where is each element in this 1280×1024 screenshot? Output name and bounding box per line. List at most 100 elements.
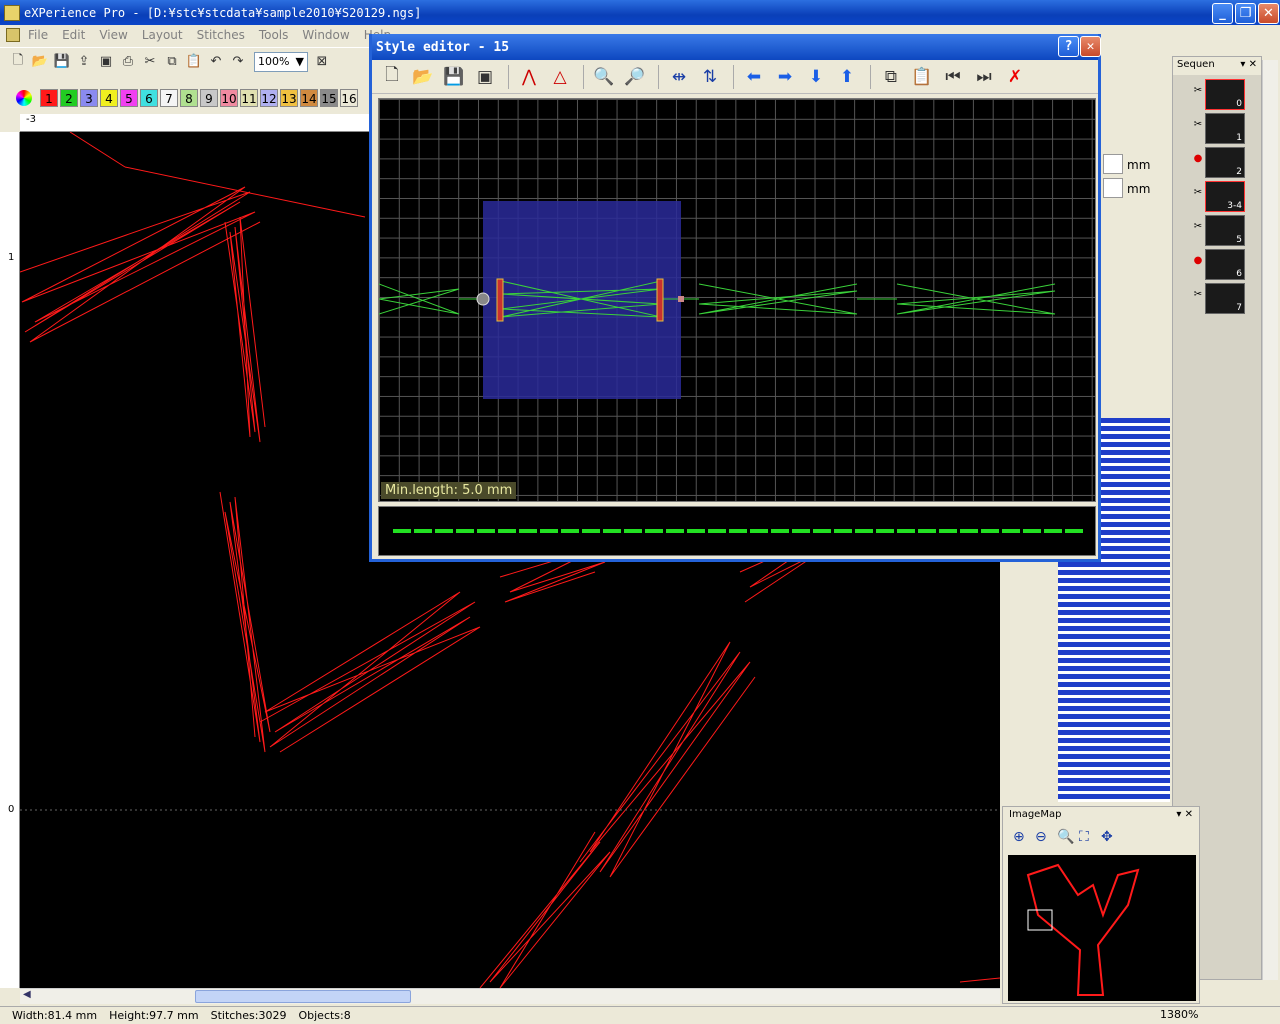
sequence-item[interactable]: 3-4: [1205, 181, 1245, 212]
zoom-in-icon[interactable]: 🔍: [590, 63, 618, 91]
mirror-vertical-icon[interactable]: ⇅: [696, 63, 724, 91]
color-swatch-5[interactable]: 5: [120, 89, 138, 107]
style-edit-grid[interactable]: Min.length: 5.0 mm: [378, 98, 1096, 502]
arrow-down-icon[interactable]: ⬇: [802, 63, 830, 91]
color-swatch-9[interactable]: 9: [200, 89, 218, 107]
color-swatch-15[interactable]: 15: [320, 89, 338, 107]
save-as-style-icon[interactable]: ▣: [471, 63, 499, 91]
arrow-up-icon[interactable]: ⬆: [833, 63, 861, 91]
color-swatch-11[interactable]: 11: [240, 89, 258, 107]
value-field-2[interactable]: [1103, 178, 1123, 198]
scroll-thumb[interactable]: [195, 990, 411, 1003]
copy-icon[interactable]: ⧉: [162, 52, 182, 72]
cut-icon[interactable]: ✂: [140, 52, 160, 72]
panel-controls-icon[interactable]: ▾ ✕: [1240, 59, 1257, 73]
main-toolbar: 🗋 📂 💾 ⇪ ▣ ⎙ ✂ ⧉ 📋 ↶ ↷ 100% ▼ ⊠: [0, 47, 370, 75]
color-swatch-16[interactable]: 16: [340, 89, 358, 107]
color-swatch-7[interactable]: 7: [160, 89, 178, 107]
sequence-item[interactable]: 6: [1205, 249, 1245, 280]
menu-layout[interactable]: Layout: [142, 28, 183, 42]
sequence-item[interactable]: 1: [1205, 113, 1245, 144]
value-field-1[interactable]: [1103, 154, 1123, 174]
stop-icon: ●: [1193, 255, 1203, 266]
unit-label-2: mm: [1127, 182, 1151, 196]
color-swatch-2[interactable]: 2: [60, 89, 78, 107]
ruler-start-label: -3: [26, 114, 36, 125]
color-swatch-4[interactable]: 4: [100, 89, 118, 107]
sequence-item-number: 1: [1236, 133, 1242, 143]
dialog-close-button[interactable]: ✕: [1080, 36, 1101, 57]
unit-label-1: mm: [1127, 158, 1151, 172]
delete-icon[interactable]: ✗: [1001, 63, 1029, 91]
color-swatch-3[interactable]: 3: [80, 89, 98, 107]
redo-icon[interactable]: ↷: [228, 52, 248, 72]
menu-window[interactable]: Window: [302, 28, 349, 42]
menu-edit[interactable]: Edit: [62, 28, 85, 42]
color-swatch-10[interactable]: 10: [220, 89, 238, 107]
arrow-left-icon[interactable]: ⬅: [740, 63, 768, 91]
add-point-icon[interactable]: ⋀: [515, 63, 543, 91]
mirror-horizontal-icon[interactable]: ⇹: [665, 63, 693, 91]
panel-close-icon[interactable]: ▾ ✕: [1176, 809, 1193, 823]
grid-icon[interactable]: ⊠: [312, 52, 332, 72]
new-file-icon[interactable]: 🗋: [8, 52, 28, 72]
zoom-out-icon[interactable]: ⊖: [1035, 829, 1057, 845]
remove-point-icon[interactable]: △: [546, 63, 574, 91]
copy-pattern-icon[interactable]: ⧉: [877, 63, 905, 91]
arrow-right-icon[interactable]: ➡: [771, 63, 799, 91]
sequence-item[interactable]: 0: [1205, 79, 1245, 110]
restore-button[interactable]: ❐: [1235, 3, 1256, 24]
sequence-item[interactable]: 2: [1205, 147, 1245, 178]
save-disk-icon[interactable]: ▣: [96, 52, 116, 72]
menu-tools[interactable]: Tools: [259, 28, 289, 42]
trim-icon: ✂: [1193, 187, 1203, 198]
viewport-rect[interactable]: [1027, 909, 1053, 931]
scroll-left-icon[interactable]: ◀: [23, 989, 31, 1000]
minimize-button[interactable]: _: [1212, 3, 1233, 24]
vertical-scrollbar[interactable]: [1262, 60, 1278, 980]
color-swatch-8[interactable]: 8: [180, 89, 198, 107]
sequence-item[interactable]: 7: [1205, 283, 1245, 314]
paste-icon[interactable]: 📋: [184, 52, 204, 72]
zoom-value: 100%: [258, 54, 290, 68]
open-style-icon[interactable]: 📂: [409, 63, 437, 91]
menu-file[interactable]: File: [28, 28, 48, 42]
fit-page-icon[interactable]: ⛶: [1079, 829, 1101, 845]
help-button[interactable]: ?: [1058, 36, 1079, 57]
undo-icon[interactable]: ↶: [206, 52, 226, 72]
fast-forward-icon[interactable]: ⏭: [970, 63, 998, 91]
save-style-icon[interactable]: 💾: [440, 63, 468, 91]
color-swatch-13[interactable]: 13: [280, 89, 298, 107]
color-swatch-12[interactable]: 12: [260, 89, 278, 107]
chevron-down-icon: ▼: [295, 54, 304, 68]
paste-pattern-icon[interactable]: 📋: [908, 63, 936, 91]
zoom-fit-icon[interactable]: 🔍: [1057, 829, 1079, 845]
color-swatch-6[interactable]: 6: [140, 89, 158, 107]
rewind-icon[interactable]: ⏮: [939, 63, 967, 91]
color-swatch-1[interactable]: 1: [40, 89, 58, 107]
horizontal-scrollbar[interactable]: ◀: [20, 988, 1000, 1004]
document-icon[interactable]: [6, 28, 20, 42]
zoom-select[interactable]: 100% ▼: [254, 51, 308, 72]
sequence-item-number: 6: [1236, 269, 1242, 279]
pan-icon[interactable]: ✥: [1101, 829, 1123, 845]
color-wheel-icon[interactable]: [16, 90, 32, 106]
zoom-in-icon[interactable]: ⊕: [1013, 829, 1035, 845]
zoom-out-icon[interactable]: 🔎: [621, 63, 649, 91]
export-icon[interactable]: ⇪: [74, 52, 94, 72]
color-swatch-14[interactable]: 14: [300, 89, 318, 107]
open-folder-icon[interactable]: 📂: [30, 52, 50, 72]
imagemap-preview[interactable]: [1008, 855, 1196, 1001]
print-icon[interactable]: ⎙: [118, 52, 138, 72]
menu-view[interactable]: View: [99, 28, 127, 42]
sequence-item[interactable]: 5: [1205, 215, 1245, 246]
trim-icon: ✂: [1193, 119, 1203, 130]
close-button[interactable]: ✕: [1258, 3, 1279, 24]
min-length-label: Min.length: 5.0 mm: [381, 482, 517, 499]
vertical-ruler: 1 0: [0, 132, 20, 988]
new-style-icon[interactable]: 🗋: [378, 63, 406, 91]
imagemap-title: ImageMap: [1009, 809, 1062, 820]
save-icon[interactable]: 💾: [52, 52, 72, 72]
status-stitches: Stitches:3029: [210, 1009, 287, 1022]
menu-stitches[interactable]: Stitches: [197, 28, 245, 42]
